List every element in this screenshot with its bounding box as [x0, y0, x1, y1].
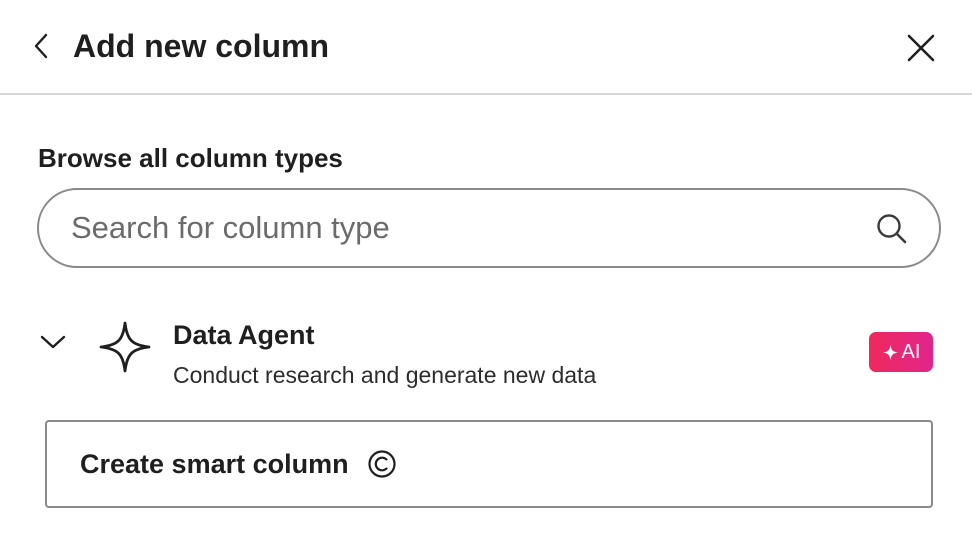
back-button[interactable]: [26, 30, 56, 62]
search-input[interactable]: [71, 190, 851, 266]
ai-badge-label: AI: [901, 341, 921, 363]
sparkle-icon: [99, 321, 151, 373]
create-smart-column-button[interactable]: Create smart column: [45, 420, 933, 508]
data-agent-description: Conduct research and generate new data: [173, 362, 597, 388]
data-agent-item[interactable]: Data Agent Conduct research and generate…: [0, 310, 972, 400]
close-icon: [907, 34, 935, 62]
chevron-down-icon: [40, 335, 66, 349]
panel-header: Add new column: [0, 0, 972, 95]
add-column-panel: Add new column Browse all column types D…: [0, 0, 972, 546]
ai-badge: AI: [869, 332, 933, 372]
panel-title: Add new column: [73, 28, 329, 64]
expand-toggle[interactable]: [38, 330, 68, 354]
search-field[interactable]: [37, 188, 941, 268]
ai-sparkle-icon: [882, 344, 898, 360]
search-icon[interactable]: [875, 212, 909, 246]
create-smart-column-label: Create smart column: [80, 449, 349, 479]
close-button[interactable]: [902, 29, 940, 67]
browse-section-title: Browse all column types: [38, 143, 343, 173]
data-agent-title: Data Agent: [173, 320, 315, 350]
chevron-left-icon: [34, 33, 48, 59]
credits-icon: [367, 450, 396, 478]
